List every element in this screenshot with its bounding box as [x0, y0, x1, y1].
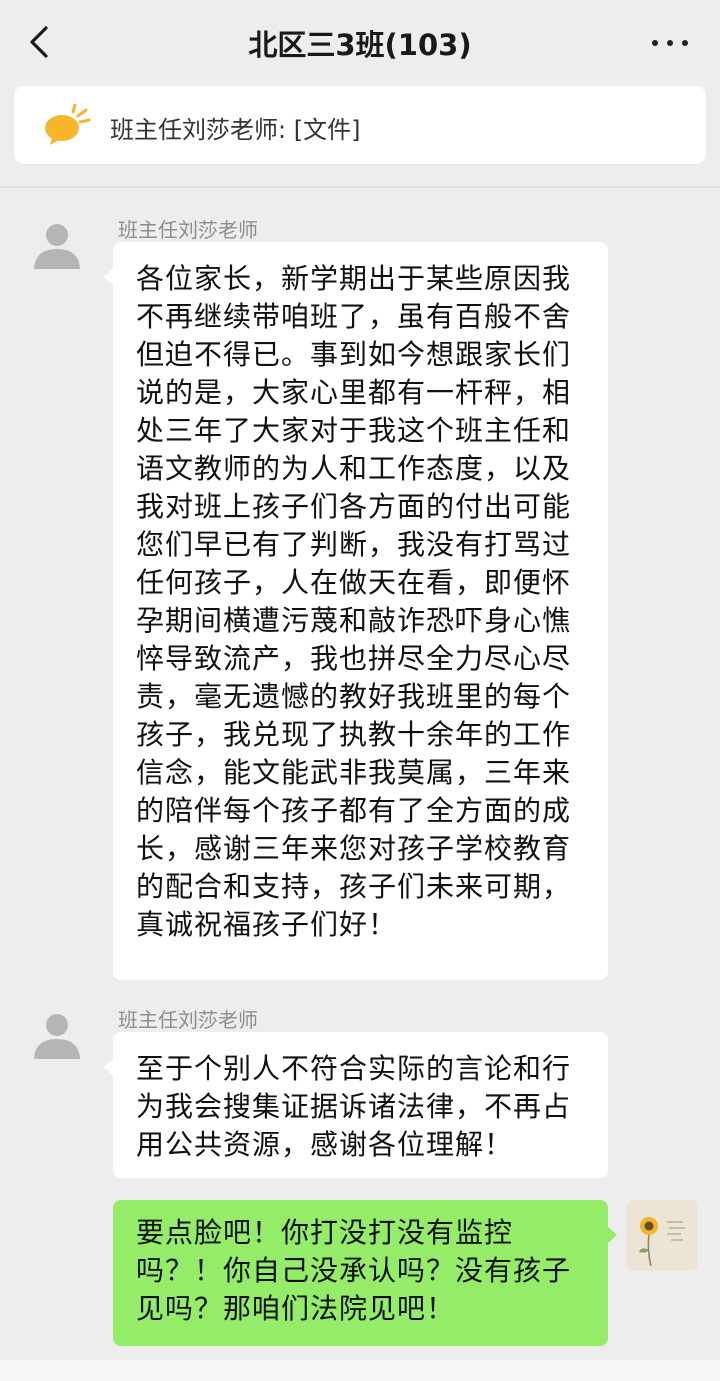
message-line: 说的是，大家心里都有一杆秤，相 [136, 376, 572, 409]
message-bubble[interactable]: 至于个别人不符合实际的言论和行 为我会搜集证据诉诸法律，不再占 用公共资源，感谢… [104, 1032, 608, 1178]
chat-header: 北区三3班(103) [0, 0, 720, 86]
chat-title: 北区三3班(103) [248, 28, 472, 62]
message-line: 处三年了大家对于我这个班主任和 [136, 414, 572, 447]
message-line: 为我会搜集证据诉诸法律，不再占 [136, 1090, 572, 1123]
message-line: 孕期间横遭污蔑和敲诈恐吓身心憔 [136, 604, 572, 637]
message-line: 要点脸吧！你打没打没有监控 [136, 1216, 514, 1249]
more-dots-icon[interactable] [650, 30, 690, 54]
message-line: 各位家长，新学期出于某些原因我 [136, 262, 572, 295]
input-bar-edge [0, 1360, 720, 1381]
sunflower-avatar[interactable] [627, 1200, 698, 1271]
message-line: 任何孩子，人在做天在看，即便怀 [136, 566, 572, 599]
sender-name: 班主任刘莎老师 [118, 218, 258, 242]
message-bubble[interactable]: 各位家长，新学期出于某些原因我 不再继续带咱班了，虽有百般不舍 但迫不得已。事到… [104, 242, 608, 980]
notice-text: 班主任刘莎老师: [文件] [110, 116, 361, 144]
message-line: 真诚祝福孩子们好！ [136, 908, 398, 941]
default-avatar-icon[interactable] [20, 998, 94, 1072]
message-line: 责，毫无遗憾的教好我班里的每个 [136, 680, 572, 713]
my-message-bubble[interactable]: 要点脸吧！你打没打没有监控 吗？！你自己没承认吗？没有孩子 见吗？那咱们法院见吧… [113, 1200, 617, 1346]
message-line: 我对班上孩子们各方面的付出可能 [136, 490, 572, 523]
message-line: 长，感谢三年来您对孩子学校教育 [136, 832, 572, 865]
message-line: 至于个别人不符合实际的言论和行 [136, 1052, 572, 1085]
message-line: 您们早已有了判断，我没有打骂过 [136, 528, 572, 561]
message-line: 的陪伴每个孩子都有了全方面的成 [136, 794, 572, 827]
message-line: 但迫不得已。事到如今想跟家长们 [136, 338, 572, 371]
sender-name: 班主任刘莎老师 [118, 1008, 258, 1032]
message-line: 吗？！你自己没承认吗？没有孩子 [136, 1254, 572, 1287]
message-line: 的配合和支持，孩子们未来可期， [136, 870, 572, 903]
default-avatar-icon[interactable] [20, 208, 94, 282]
message-line: 孩子，我兑现了执教十余年的工作 [136, 718, 572, 751]
announcement-speaker-icon [45, 104, 91, 145]
message-line: 信念，能文能武非我莫属，三年来 [136, 756, 572, 789]
message-line: 见吗？那咱们法院见吧！ [136, 1292, 456, 1325]
message-line: 语文教师的为人和工作态度，以及 [136, 452, 572, 485]
message-line: 不再继续带咱班了，虽有百般不舍 [136, 300, 572, 333]
message-line: 悴导致流产，我也拼尽全力尽心尽 [136, 642, 572, 675]
pinned-notice[interactable]: 班主任刘莎老师: [文件] [14, 86, 706, 164]
message-line: 用公共资源，感谢各位理解！ [136, 1128, 514, 1161]
divider [0, 186, 720, 188]
